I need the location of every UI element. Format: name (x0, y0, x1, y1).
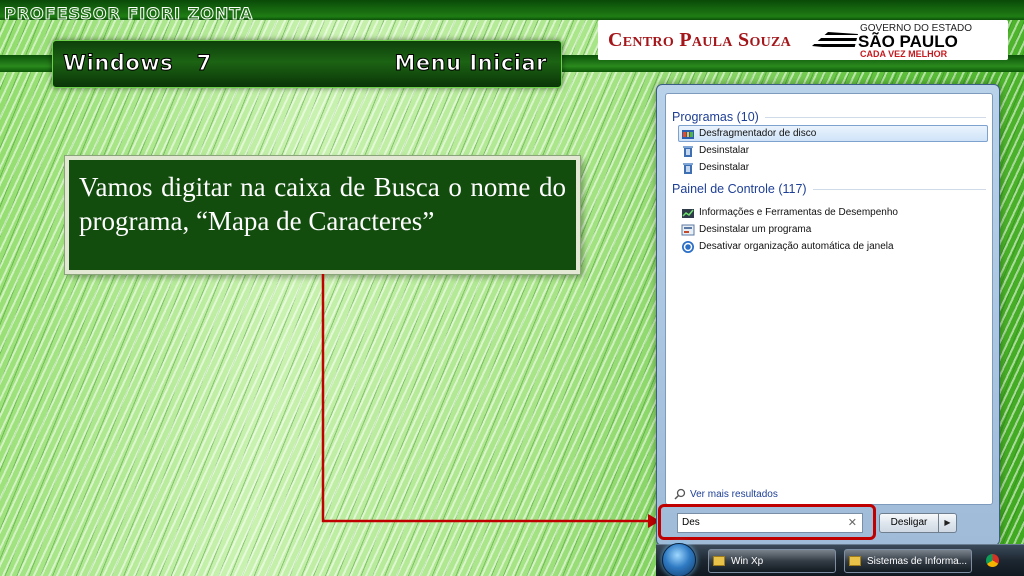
shutdown-button[interactable]: Desligar (879, 513, 939, 533)
start-orb-button[interactable] (662, 543, 696, 576)
control-panel-item-label: Desinstalar um programa (699, 224, 812, 235)
programs-icon (681, 223, 695, 237)
control-panel-item-label: Desativar organização automática de jane… (699, 241, 894, 252)
defrag-icon (681, 127, 695, 141)
search-highlight-frame (658, 504, 876, 540)
program-item-label: Desfragmentador de disco (699, 128, 817, 139)
ease-of-access-icon (681, 240, 695, 254)
control-panel-item-uninstall-program[interactable]: Desinstalar um programa (678, 221, 988, 238)
uninstall-icon (681, 144, 695, 158)
program-item-uninstall[interactable]: Desinstalar (678, 142, 988, 159)
see-more-results-label: Ver mais resultados (690, 488, 778, 500)
divider (764, 116, 986, 118)
control-panel-heading[interactable]: Painel de Controle (117) (672, 182, 986, 196)
control-panel-item-performance[interactable]: Informações e Ferramentas de Desempenho (678, 204, 988, 221)
see-more-results-link[interactable]: Ver mais resultados (674, 488, 778, 500)
magnifier-icon (674, 488, 686, 500)
control-panel-item-disable-snap[interactable]: Desativar organização automática de jane… (678, 238, 988, 255)
uninstall-icon (681, 161, 695, 175)
taskbar-item-label: Win Xp (731, 555, 764, 567)
divider (812, 188, 986, 190)
program-item-label: Desinstalar (699, 162, 750, 173)
folder-icon (849, 556, 861, 566)
taskbar-item-label: Sistemas de Informa... (867, 555, 968, 567)
taskbar-item-win-xp[interactable]: Win Xp (708, 549, 836, 573)
taskbar: Win Xp Sistemas de Informa... (656, 543, 1024, 576)
taskbar-item-sistemas[interactable]: Sistemas de Informa... (844, 549, 972, 573)
shutdown-options-arrow-icon[interactable]: ▶ (939, 513, 957, 533)
program-item-uninstall-2[interactable]: Desinstalar (678, 159, 988, 176)
search-results-pane: Programas (10) Desfragmentador de disco … (665, 93, 993, 505)
start-menu: Programas (10) Desfragmentador de disco … (656, 84, 1000, 546)
programs-heading-label: Programas (10) (672, 110, 759, 124)
program-item-defrag[interactable]: Desfragmentador de disco (678, 125, 988, 142)
folder-icon (713, 556, 725, 566)
control-panel-heading-label: Painel de Controle (117) (672, 182, 807, 196)
chrome-tray-icon[interactable] (986, 554, 999, 567)
control-panel-item-label: Informações e Ferramentas de Desempenho (699, 207, 898, 218)
performance-icon (681, 206, 695, 220)
program-item-label: Desinstalar (699, 145, 750, 156)
programs-heading[interactable]: Programas (10) (672, 110, 986, 124)
